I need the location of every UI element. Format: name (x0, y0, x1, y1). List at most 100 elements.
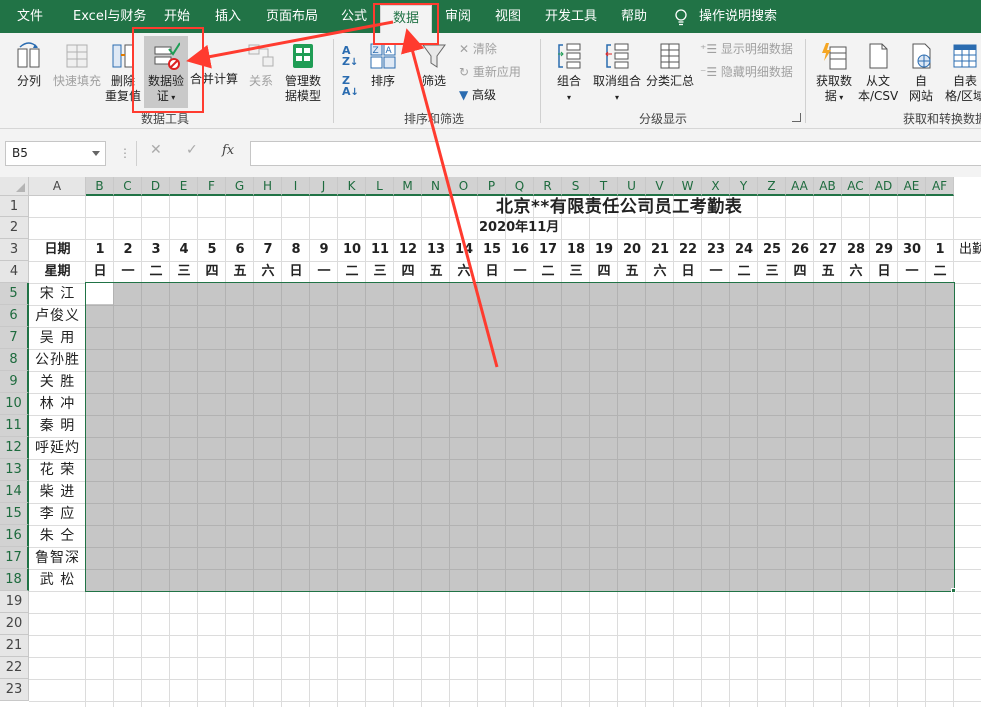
date-cell[interactable]: 10 (338, 239, 366, 261)
weekday-cell[interactable]: 四 (394, 261, 422, 283)
text-to-columns-button[interactable]: 分列 (10, 41, 48, 89)
employee-name-cell[interactable]: 吴 用 (29, 327, 86, 349)
column-header-B[interactable]: B (86, 177, 114, 196)
employee-name-cell[interactable]: 宋 江 (29, 283, 86, 305)
column-header-D[interactable]: D (142, 177, 170, 196)
name-box[interactable]: B5 (5, 141, 106, 166)
row-header-14[interactable]: 14 (0, 481, 29, 503)
row-header-2[interactable]: 2 (0, 217, 29, 239)
get-data-button[interactable]: 获取数 据 ▾ (812, 41, 856, 105)
hide-detail-button[interactable]: ⁻☰ 隐藏明细数据 (700, 64, 793, 80)
column-header-V[interactable]: V (646, 177, 674, 196)
date-cell[interactable]: 1 (86, 239, 114, 261)
subtotal-button[interactable]: 分类汇总 (644, 41, 696, 89)
sort-za-button[interactable]: Z A↓ (342, 75, 359, 98)
formula-input[interactable] (250, 141, 981, 166)
column-header-F[interactable]: F (198, 177, 226, 196)
date-cell[interactable]: 14 (450, 239, 478, 261)
weekday-cell[interactable]: 五 (814, 261, 842, 283)
column-header-C[interactable]: C (114, 177, 142, 196)
column-header-L[interactable]: L (366, 177, 394, 196)
tab-0[interactable]: 文件 (17, 0, 43, 33)
tab-10[interactable]: 帮助 (621, 0, 647, 33)
row-header-21[interactable]: 21 (0, 635, 29, 657)
weekday-cell[interactable]: 日 (86, 261, 114, 283)
column-header-S[interactable]: S (562, 177, 590, 196)
employee-name-cell[interactable]: 公孙胜 (29, 349, 86, 371)
weekday-cell[interactable]: 六 (254, 261, 282, 283)
date-cell[interactable]: 2 (114, 239, 142, 261)
weekday-cell[interactable]: 三 (562, 261, 590, 283)
row-header-1[interactable]: 1 (0, 196, 29, 217)
weekday-cell[interactable]: 六 (842, 261, 870, 283)
column-header-Z[interactable]: Z (758, 177, 786, 196)
tab-4[interactable]: 页面布局 (266, 0, 318, 33)
date-cell[interactable]: 4 (170, 239, 198, 261)
row-header-8[interactable]: 8 (0, 349, 29, 371)
weekday-cell[interactable]: 二 (926, 261, 954, 283)
weekday-cell[interactable]: 二 (534, 261, 562, 283)
date-cell[interactable]: 15 (478, 239, 506, 261)
row-header-18[interactable]: 18 (0, 569, 29, 591)
date-cell[interactable]: 18 (562, 239, 590, 261)
weekday-cell[interactable]: 一 (114, 261, 142, 283)
column-header-R[interactable]: R (534, 177, 562, 196)
employee-name-cell[interactable]: 李 应 (29, 503, 86, 525)
row-header-6[interactable]: 6 (0, 305, 29, 327)
tell-me-search[interactable]: 操作说明搜索 (699, 0, 777, 33)
date-cell[interactable]: 8 (282, 239, 310, 261)
date-cell[interactable]: 11 (366, 239, 394, 261)
date-cell[interactable]: 30 (898, 239, 926, 261)
tab-3[interactable]: 插入 (215, 0, 241, 33)
weekday-cell[interactable]: 日 (478, 261, 506, 283)
employee-name-cell[interactable]: 武 松 (29, 569, 86, 591)
from-text-csv-button[interactable]: 从文 本/CSV (858, 41, 898, 104)
insert-function-icon[interactable]: fx (222, 143, 234, 158)
column-header-I[interactable]: I (282, 177, 310, 196)
date-cell[interactable]: 27 (814, 239, 842, 261)
flash-fill-button[interactable]: 快速填充 (50, 41, 104, 89)
column-header-N[interactable]: N (422, 177, 450, 196)
weekday-cell[interactable]: 日 (674, 261, 702, 283)
column-header-AA[interactable]: AA (786, 177, 814, 196)
row-header-23[interactable]: 23 (0, 679, 29, 701)
from-table-range-button[interactable]: 自表 格/区域 (940, 41, 981, 104)
weekday-cell[interactable]: 二 (338, 261, 366, 283)
weekday-cell[interactable]: 三 (170, 261, 198, 283)
employee-name-cell[interactable]: 关 胜 (29, 371, 86, 393)
column-header-G[interactable]: G (226, 177, 254, 196)
weekday-cell[interactable]: 六 (450, 261, 478, 283)
row-header-4[interactable]: 4 (0, 261, 29, 283)
date-cell[interactable]: 24 (730, 239, 758, 261)
confirm-icon[interactable]: ✓ (186, 142, 198, 158)
date-cell[interactable]: 22 (674, 239, 702, 261)
manage-data-model-button[interactable]: 管理数 据模型 (280, 41, 326, 104)
employee-name-cell[interactable]: 花 荣 (29, 459, 86, 481)
tab-7[interactable]: 审阅 (445, 0, 471, 33)
weekday-cell[interactable]: 二 (730, 261, 758, 283)
row-header-11[interactable]: 11 (0, 415, 29, 437)
date-cell[interactable]: 28 (842, 239, 870, 261)
column-header-X[interactable]: X (702, 177, 730, 196)
column-header-AE[interactable]: AE (898, 177, 926, 196)
column-header-O[interactable]: O (450, 177, 478, 196)
employee-name-cell[interactable]: 呼延灼 (29, 437, 86, 459)
column-header-W[interactable]: W (674, 177, 702, 196)
employee-name-cell[interactable]: 朱 仝 (29, 525, 86, 547)
weekday-cell[interactable]: 五 (226, 261, 254, 283)
ungroup-button[interactable]: 取消组合 ▾ (590, 41, 644, 105)
date-cell[interactable]: 13 (422, 239, 450, 261)
date-cell[interactable]: 20 (618, 239, 646, 261)
date-cell[interactable]: 7 (254, 239, 282, 261)
column-header-AD[interactable]: AD (870, 177, 898, 196)
overflow-header-cell[interactable]: 出勤 (959, 239, 981, 261)
row-header-7[interactable]: 7 (0, 327, 29, 349)
weekday-cell[interactable]: 日 (870, 261, 898, 283)
weekday-cell[interactable]: 五 (422, 261, 450, 283)
select-all-corner[interactable] (0, 177, 29, 196)
date-cell[interactable]: 17 (534, 239, 562, 261)
dialog-launcher-icon[interactable] (792, 113, 801, 122)
weekday-cell[interactable]: 一 (898, 261, 926, 283)
column-header-K[interactable]: K (338, 177, 366, 196)
column-header-AB[interactable]: AB (814, 177, 842, 196)
